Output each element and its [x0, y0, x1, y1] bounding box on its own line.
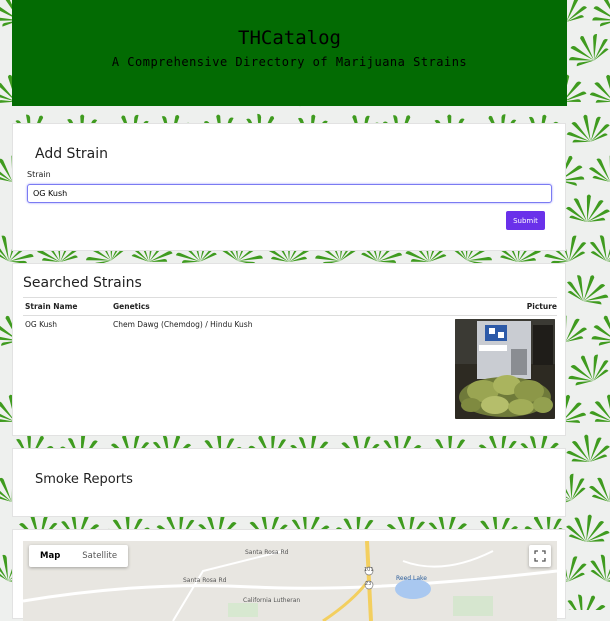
leaf-icon	[584, 306, 610, 353]
map-type-control: Map Satellite	[29, 545, 129, 567]
leaf-icon	[561, 586, 610, 610]
map-card: Map Satellite Santa Rosa Rd Santa Rosa R…	[12, 529, 566, 621]
strain-photo	[455, 319, 555, 419]
leaf-icon	[563, 431, 610, 467]
map-type-satellite-button[interactable]: Satellite	[71, 545, 128, 567]
genetics-cell: Chem Dawg (Chemdog) / Hindu Kush	[113, 320, 253, 329]
column-header-strain-name: Strain Name	[25, 302, 78, 311]
leaf-icon	[563, 511, 610, 547]
searched-strains-card: Searched Strains Strain Name Genetics Pi…	[12, 263, 566, 436]
smoke-reports-card: Smoke Reports	[12, 448, 566, 517]
column-header-picture: Picture	[526, 302, 557, 311]
leaf-icon	[584, 227, 610, 270]
map-road-label: Santa Rosa Rd	[245, 549, 289, 556]
leaf-icon	[564, 192, 610, 225]
leaf-icon	[586, 471, 610, 506]
strains-table: Strain Name Genetics Picture OG Kush Che…	[23, 297, 557, 426]
strain-input[interactable]	[27, 184, 552, 203]
leaf-icon	[561, 267, 610, 311]
searched-strains-title: Searched Strains	[23, 275, 142, 291]
leaf-icon	[585, 69, 610, 109]
fullscreen-icon	[534, 550, 546, 562]
map-lake-label: Reed Lake	[396, 575, 427, 582]
column-header-genetics: Genetics	[113, 302, 150, 311]
site-header: THCatalog A Comprehensive Directory of M…	[12, 0, 567, 106]
map-road-label: Santa Rosa Rd	[183, 577, 227, 584]
fullscreen-button[interactable]	[529, 545, 551, 567]
map-highway-label: 23	[365, 581, 372, 587]
leaf-icon	[584, 546, 610, 592]
strain-field-label: Strain	[27, 170, 51, 179]
table-row: OG Kush Chem Dawg (Chemdog) / Hindu Kush	[23, 316, 557, 426]
map-place-label: California Lutheran	[243, 597, 301, 604]
leaf-icon	[587, 153, 610, 185]
leaf-icon	[561, 346, 610, 392]
leaf-icon	[586, 391, 610, 428]
strain-name-cell: OG Kush	[25, 320, 58, 329]
site-title: THCatalog	[238, 27, 341, 49]
submit-button[interactable]: Submit	[506, 211, 545, 230]
site-subtitle: A Comprehensive Directory of Marijuana S…	[111, 55, 468, 69]
map-view[interactable]: Map Satellite Santa Rosa Rd Santa Rosa R…	[23, 541, 557, 621]
add-strain-title: Add Strain	[35, 146, 109, 162]
map-highway-label: 101	[364, 567, 374, 573]
table-header-row: Strain Name Genetics Picture	[23, 297, 557, 316]
leaf-icon	[562, 110, 610, 149]
map-type-map-button[interactable]: Map	[29, 545, 71, 567]
smoke-reports-title: Smoke Reports	[35, 472, 133, 487]
leaf-icon	[561, 25, 610, 73]
add-strain-card: Add Strain Strain Submit	[12, 123, 566, 251]
